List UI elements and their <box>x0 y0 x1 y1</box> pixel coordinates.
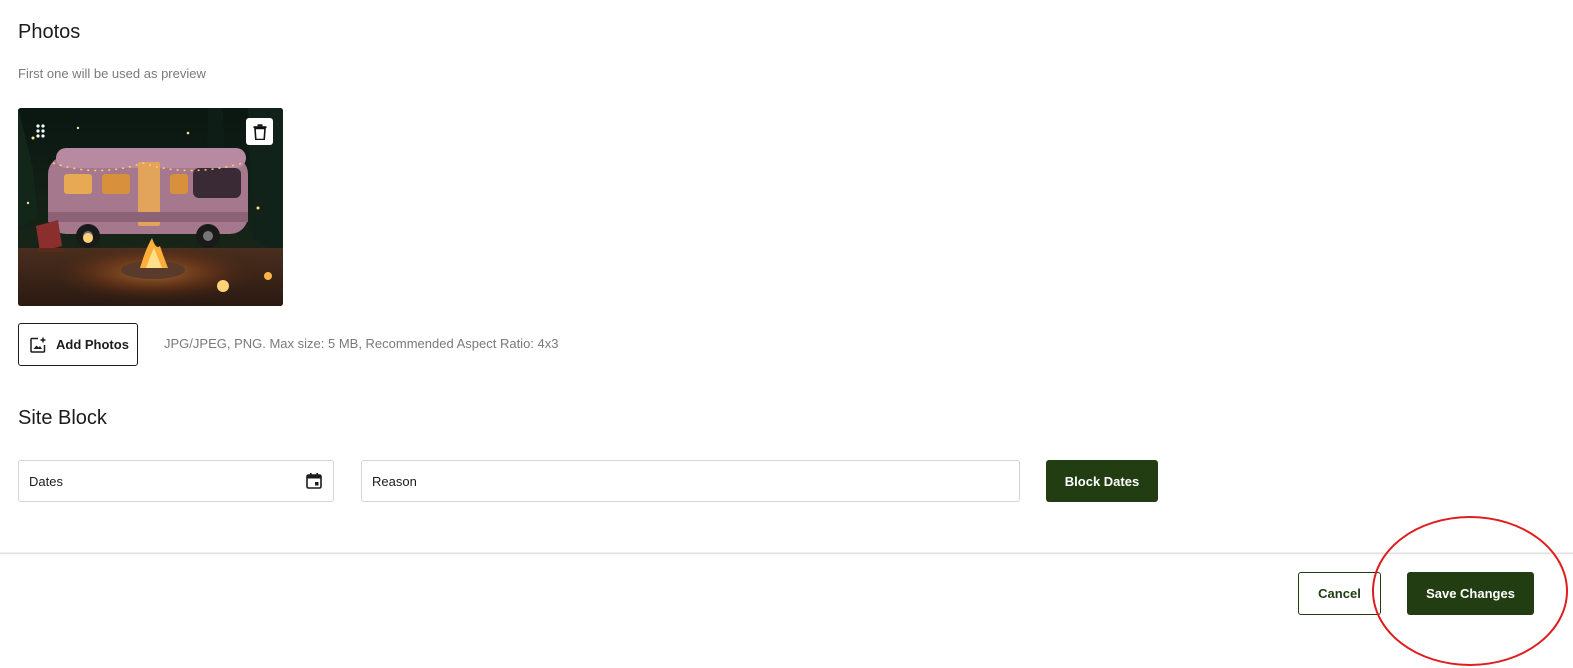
reason-input[interactable] <box>372 473 1009 489</box>
photos-section-title: Photos <box>18 21 81 43</box>
drag-handle-icon[interactable] <box>32 122 50 140</box>
dates-input[interactable] <box>29 473 305 489</box>
block-dates-button[interactable]: Block Dates <box>1046 460 1158 502</box>
footer-line <box>0 553 1573 554</box>
delete-photo-button[interactable] <box>246 118 273 145</box>
cancel-button[interactable]: Cancel <box>1298 572 1381 615</box>
trash-icon <box>253 123 266 140</box>
campsite-photo <box>18 108 283 306</box>
calendar-icon[interactable] <box>305 472 323 490</box>
add-photos-button[interactable]: Add Photos <box>18 323 138 366</box>
photos-subtitle: First one will be used as preview <box>18 66 206 81</box>
file-format-hint: JPG/JPEG, PNG. Max size: 5 MB, Recommend… <box>164 336 559 351</box>
dates-field[interactable] <box>18 460 334 502</box>
reason-field[interactable] <box>361 460 1020 502</box>
add-image-icon <box>30 337 46 353</box>
save-changes-button[interactable]: Save Changes <box>1407 572 1534 615</box>
add-photos-label: Add Photos <box>56 337 129 352</box>
site-block-section-title: Site Block <box>18 407 107 429</box>
photo-thumbnail[interactable] <box>18 108 283 306</box>
page: Photos First one will be used as preview <box>0 0 1573 668</box>
